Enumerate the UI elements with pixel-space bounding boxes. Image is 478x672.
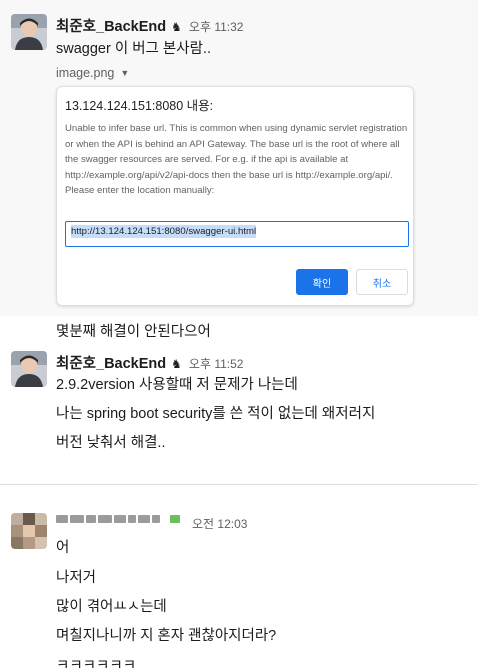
base-url-input[interactable]: http://13.124.124.151:8080/swagger-ui.ht… — [65, 221, 409, 247]
divider — [0, 484, 478, 485]
attachment-label[interactable]: image.png ▼ — [56, 66, 129, 80]
timestamp[interactable]: 오전 12:03 — [192, 515, 247, 532]
status-icon — [170, 515, 180, 523]
author-name[interactable]: 최준호_BackEnd — [56, 352, 166, 373]
message-text: 2.9.2version 사용할때 저 문제가 나는데 — [56, 377, 298, 393]
message-text: swagger 이 버그 본사람.. — [56, 41, 211, 57]
avatar[interactable] — [11, 14, 47, 50]
message-header: 최준호_BackEnd ♞ 오후 11:32 — [56, 15, 243, 36]
knight-icon: ♞ — [171, 20, 182, 34]
avatar[interactable] — [11, 351, 47, 387]
confirm-button[interactable]: 확인 — [296, 269, 348, 295]
message-text: 며칠지나니까 지 혼자 괜찮아지더라? — [56, 628, 277, 644]
timestamp[interactable]: 오후 11:52 — [189, 355, 244, 372]
image-attachment-dialog[interactable]: 13.124.124.151:8080 내용: Unable to infer … — [56, 86, 414, 306]
message-text: 나저거 — [56, 570, 97, 586]
redacted-author-name[interactable] — [56, 515, 180, 523]
dialog-title: 13.124.124.151:8080 내용: — [65, 99, 214, 113]
file-name: image.png — [56, 66, 115, 80]
timestamp[interactable]: 오후 11:32 — [189, 18, 244, 35]
message-text: 나는 spring boot security를 쓴 적이 없는데 왜저러지 — [56, 406, 376, 422]
message-text: 버전 낮춰서 해결.. — [56, 435, 166, 451]
dialog-body: Unable to infer base url. This is common… — [65, 123, 408, 196]
caret-down-icon[interactable]: ▼ — [120, 68, 129, 78]
message-text: 몇분째 해결이 안된다으어 — [56, 324, 211, 340]
message-header: 최준호_BackEnd ♞ 오후 11:52 — [56, 352, 243, 373]
input-value: http://13.124.124.151:8080/swagger-ui.ht… — [71, 225, 257, 238]
message-text: 어 — [56, 540, 70, 556]
author-name[interactable]: 최준호_BackEnd — [56, 15, 166, 36]
cancel-button[interactable]: 취소 — [356, 269, 408, 295]
message-1: 최준호_BackEnd ♞ 오후 11:32 swagger 이 버그 본사람.… — [0, 0, 478, 316]
avatar[interactable] — [11, 513, 47, 549]
message-text: 많이 겪어ㅛㅅ는데 — [56, 599, 167, 615]
message-text: ㅋㅋㅋㅋㅋㅋ — [56, 658, 137, 672]
knight-icon: ♞ — [171, 357, 182, 371]
